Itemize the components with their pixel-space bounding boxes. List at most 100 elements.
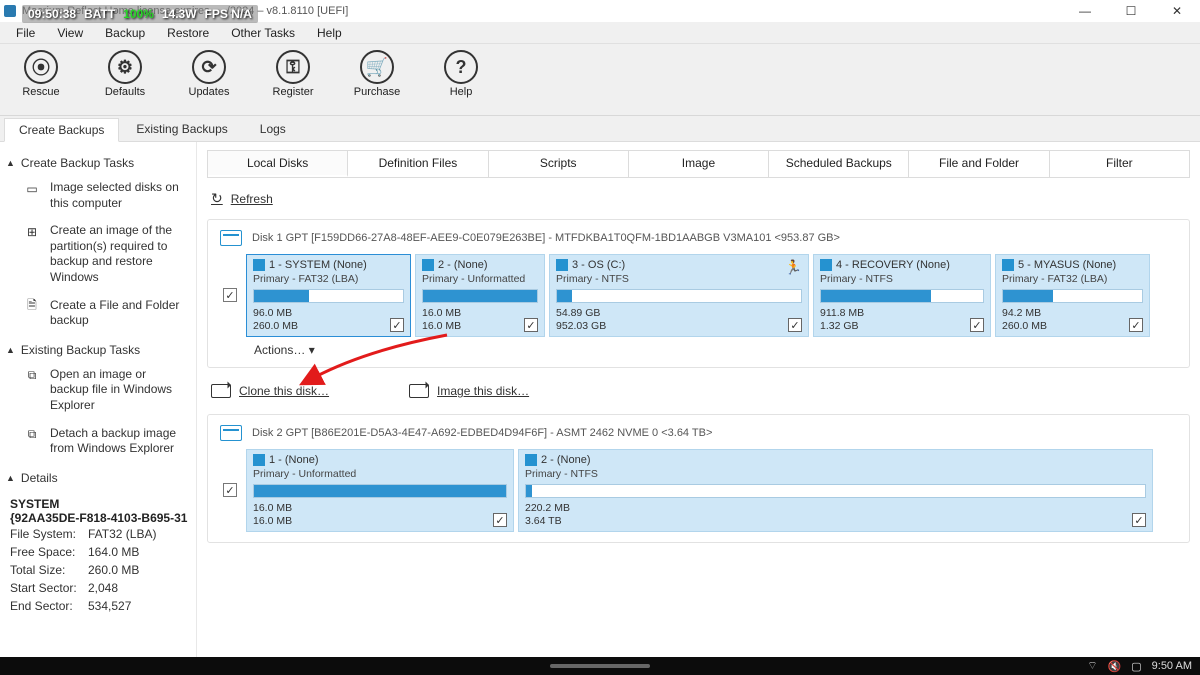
tray-clock[interactable]: 9:50 AM: [1152, 660, 1192, 672]
chevron-down-icon: ▾: [309, 343, 315, 357]
rescue-icon: ⦿: [24, 50, 58, 84]
view-tab-local-disks[interactable]: Local Disks: [208, 151, 348, 177]
sidebar-item-file-folder[interactable]: 🗎Create a File and Folder backup: [6, 294, 190, 337]
maximize-button[interactable]: ☐: [1108, 0, 1154, 22]
refresh-link[interactable]: Refresh: [207, 188, 1190, 219]
view-tab-file-folder[interactable]: File and Folder: [909, 151, 1049, 177]
caret-icon: ▲: [6, 473, 15, 483]
battery-icon[interactable]: ▢: [1131, 660, 1141, 673]
view-tab-scripts[interactable]: Scripts: [489, 151, 629, 177]
partition-sub: Primary - Unformatted: [422, 273, 538, 285]
partition-sizes: 911.8 MB1.32 GB: [820, 307, 864, 332]
mode-tabs: Create Backups Existing Backups Logs: [0, 116, 1200, 142]
disk1-header: Disk 1 GPT [F159DD66-27A8-48EF-AEE9-C0E0…: [218, 228, 1179, 254]
partition-tile[interactable]: 1 - (None)Primary - Unformatted16.0 MB16…: [246, 449, 514, 532]
partition-tile[interactable]: 3 - OS (C:)🏃Primary - NTFS54.89 GB952.03…: [549, 254, 809, 337]
mute-icon[interactable]: 🔇: [1108, 660, 1122, 673]
partition-sizes: 94.2 MB260.0 MB: [1002, 307, 1047, 332]
partition-tile[interactable]: 2 - (None)Primary - Unformatted16.0 MB16…: [415, 254, 545, 337]
sidebar-section-details[interactable]: ▲Details: [6, 471, 190, 485]
wifi-icon[interactable]: ⌔: [1087, 659, 1097, 673]
close-button[interactable]: ✕: [1154, 0, 1200, 22]
purchase-icon: 🛒: [360, 50, 394, 84]
updates-icon: ⟳: [192, 50, 226, 84]
partition-sizes: 16.0 MB16.0 MB: [422, 307, 461, 332]
usage-bar: [525, 484, 1146, 498]
partition-tile[interactable]: 4 - RECOVERY (None)Primary - NTFS911.8 M…: [813, 254, 991, 337]
menu-backup[interactable]: Backup: [95, 24, 155, 42]
sidebar-item-detach-image[interactable]: ⧉Detach a backup image from Windows Expl…: [6, 422, 190, 465]
view-tab-filter[interactable]: Filter: [1050, 151, 1189, 177]
view-tab-image[interactable]: Image: [629, 151, 769, 177]
tab-logs[interactable]: Logs: [245, 117, 301, 141]
partition-tile[interactable]: 2 - (None)Primary - NTFS220.2 MB3.64 TB✓: [518, 449, 1153, 532]
main-panel: Local Disks Definition Files Scripts Ima…: [197, 142, 1200, 657]
tool-help-label: Help: [450, 86, 473, 98]
menu-file[interactable]: File: [6, 24, 45, 42]
minimize-button[interactable]: —: [1062, 0, 1108, 22]
sidebar-item-image-selected[interactable]: ▭Image selected disks on this computer: [6, 176, 190, 219]
partition-sub: Primary - FAT32 (LBA): [253, 273, 404, 285]
tool-register[interactable]: ⚿ Register: [266, 50, 320, 98]
tab-existing-backups[interactable]: Existing Backups: [121, 117, 242, 141]
tool-help[interactable]: ? Help: [434, 50, 488, 98]
sidebar-item-open-image[interactable]: ⧉Open an image or backup file in Windows…: [6, 363, 190, 422]
partition-checkbox[interactable]: ✓: [390, 318, 404, 332]
partition-title: 5 - MYASUS (None): [1002, 259, 1143, 271]
disk-panel-2: Disk 2 GPT [B86E201E-D5A3-4E47-A692-EDBE…: [207, 414, 1190, 543]
partition-sub: Primary - NTFS: [556, 273, 802, 285]
disk-panel-1: Disk 1 GPT [F159DD66-27A8-48EF-AEE9-C0E0…: [207, 219, 1190, 368]
windows-flag-icon: [253, 454, 265, 466]
partition-title: 4 - RECOVERY (None): [820, 259, 984, 271]
tool-purchase[interactable]: 🛒 Purchase: [350, 50, 404, 98]
tool-updates[interactable]: ⟳ Updates: [182, 50, 236, 98]
usage-bar: [253, 289, 404, 303]
partition-tile[interactable]: 1 - SYSTEM (None)Primary - FAT32 (LBA)96…: [246, 254, 411, 337]
disk-icon: [220, 230, 242, 246]
view-tab-definition[interactable]: Definition Files: [348, 151, 488, 177]
help-icon: ?: [444, 50, 478, 84]
disk1-checkbox[interactable]: ✓: [223, 288, 237, 302]
register-icon: ⚿: [276, 50, 310, 84]
view-tab-scheduled[interactable]: Scheduled Backups: [769, 151, 909, 177]
partition-checkbox[interactable]: ✓: [788, 318, 802, 332]
menu-other-tasks[interactable]: Other Tasks: [221, 24, 305, 42]
tool-updates-label: Updates: [189, 86, 230, 98]
menu-restore[interactable]: Restore: [157, 24, 219, 42]
partition-checkbox[interactable]: ✓: [970, 318, 984, 332]
partition-title: 2 - (None): [525, 454, 1146, 466]
view-tabs: Local Disks Definition Files Scripts Ima…: [207, 150, 1190, 178]
menu-view[interactable]: View: [47, 24, 93, 42]
titlebar: 09:50:38 BATT 100% 14.3W FPS N/A Macrium…: [0, 0, 1200, 22]
partition-checkbox[interactable]: ✓: [1129, 318, 1143, 332]
usage-bar: [556, 289, 802, 303]
sidebar-section-existing[interactable]: ▲Existing Backup Tasks: [6, 343, 190, 357]
partition-checkbox[interactable]: ✓: [493, 513, 507, 527]
tool-register-label: Register: [273, 86, 314, 98]
partition-sizes: 54.89 GB952.03 GB: [556, 307, 606, 332]
taskbar: ⌔ 🔇 ▢ 9:50 AM: [0, 657, 1200, 675]
windows-icon: ⊞: [22, 223, 42, 241]
hud-overlay: 09:50:38 BATT 100% 14.3W FPS N/A: [22, 5, 258, 23]
detach-icon: ⧉: [22, 426, 42, 444]
sidebar-item-image-windows[interactable]: ⊞Create an image of the partition(s) req…: [6, 219, 190, 293]
menu-help[interactable]: Help: [307, 24, 352, 42]
partition-tile[interactable]: 5 - MYASUS (None)Primary - FAT32 (LBA)94…: [995, 254, 1150, 337]
sidebar-section-create[interactable]: ▲Create Backup Tasks: [6, 156, 190, 170]
image-icon: [409, 384, 429, 398]
usage-bar: [253, 484, 507, 498]
image-disk-link[interactable]: Image this disk…: [409, 384, 529, 398]
disk2-checkbox[interactable]: ✓: [223, 483, 237, 497]
window-controls: — ☐ ✕: [1062, 0, 1200, 22]
clone-disk-link[interactable]: Clone this disk…: [211, 384, 329, 398]
hud-power: 14.3W: [162, 7, 197, 21]
tab-create-backups[interactable]: Create Backups: [4, 118, 119, 142]
windows-flag-icon: [253, 259, 265, 271]
partition-checkbox[interactable]: ✓: [1132, 513, 1146, 527]
partition-checkbox[interactable]: ✓: [524, 318, 538, 332]
tool-rescue-label: Rescue: [22, 86, 59, 98]
details-freespace: Free Space:164.0 MB: [10, 543, 188, 561]
tool-defaults[interactable]: ⚙ Defaults: [98, 50, 152, 98]
tool-rescue[interactable]: ⦿ Rescue: [14, 50, 68, 98]
disk1-actions-dropdown[interactable]: Actions… ▾: [218, 337, 1179, 357]
